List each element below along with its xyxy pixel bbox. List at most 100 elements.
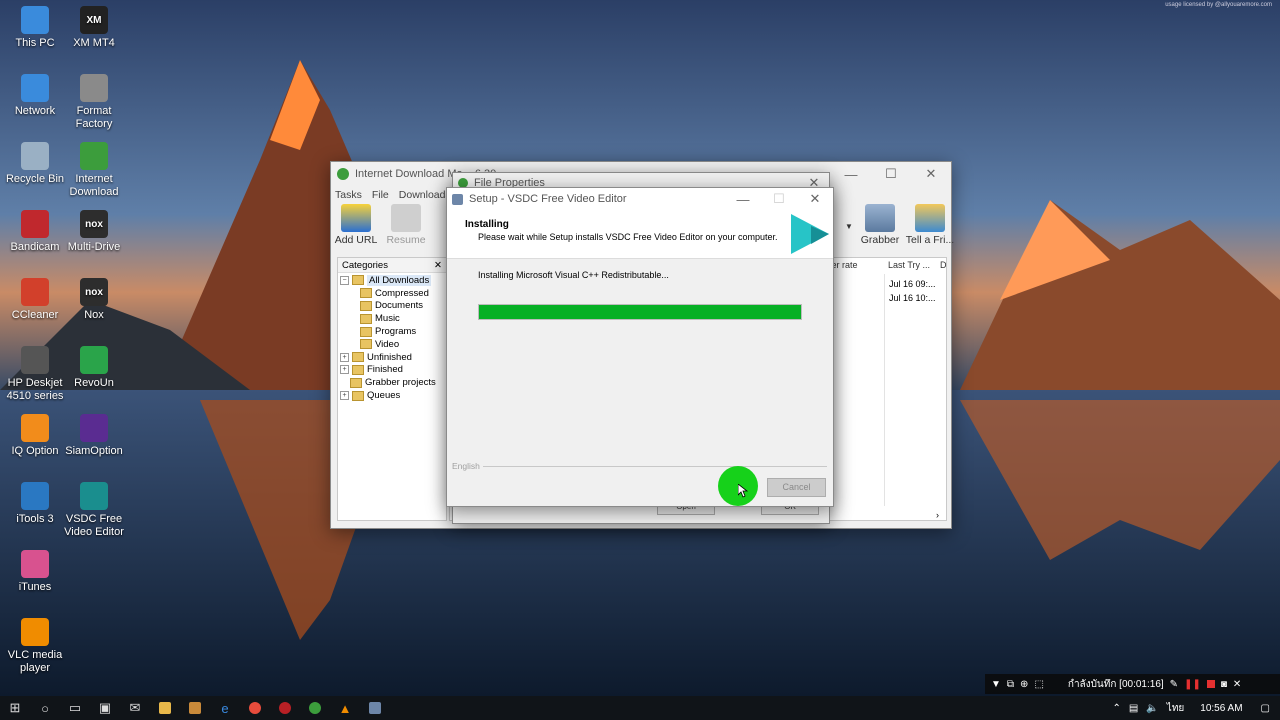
tree-expander-icon[interactable]: + bbox=[340, 365, 349, 375]
category-item[interactable]: + Queues bbox=[340, 389, 444, 402]
bandicam-taskbar-icon[interactable] bbox=[270, 696, 300, 720]
folder-icon bbox=[360, 300, 372, 311]
watermark: usage licensed by @allyouaremore.com bbox=[1165, 2, 1272, 8]
folder-icon bbox=[360, 313, 372, 324]
close-icon[interactable]: ✕ bbox=[797, 191, 833, 207]
category-item[interactable]: Programs bbox=[340, 325, 444, 338]
desktop-icon[interactable]: This PC bbox=[2, 6, 68, 50]
tell-a-friend-icon bbox=[915, 204, 945, 232]
archive-icon[interactable] bbox=[180, 696, 210, 720]
region-icon[interactable]: ⬚ bbox=[1034, 679, 1043, 690]
tree-expander-icon[interactable]: + bbox=[340, 352, 349, 362]
desktop-icon[interactable]: nox Nox bbox=[61, 278, 127, 322]
category-item[interactable]: − All Downloads bbox=[340, 274, 444, 287]
folder-icon bbox=[350, 377, 362, 388]
desktop-icon[interactable]: XM XM MT4 bbox=[61, 6, 127, 50]
more-dropdown-icon[interactable]: ▼ bbox=[845, 222, 853, 231]
vsdc-logo-icon bbox=[791, 214, 829, 254]
desktop-icon[interactable]: iTools 3 bbox=[2, 482, 68, 526]
menu-file[interactable]: File bbox=[372, 189, 389, 201]
category-item[interactable]: Grabber projects bbox=[340, 376, 444, 389]
category-item[interactable]: Documents bbox=[340, 300, 444, 313]
action-center-icon[interactable]: ▢ bbox=[1261, 703, 1270, 714]
chrome-icon[interactable] bbox=[240, 696, 270, 720]
tray-chevron-up-icon[interactable]: ⌃ bbox=[1113, 703, 1121, 714]
category-item[interactable]: Compressed bbox=[340, 287, 444, 300]
desktop-icon[interactable]: VSDC Free Video Editor bbox=[61, 482, 127, 539]
desktop-icon[interactable]: Network bbox=[2, 74, 68, 118]
start-windows-icon[interactable]: ⊞ bbox=[0, 696, 30, 720]
grabber-label: Grabber bbox=[860, 234, 900, 246]
desktop-icon[interactable]: nox Multi-Drive bbox=[61, 210, 127, 254]
desktop-icon[interactable]: VLC media player bbox=[2, 618, 68, 675]
category-label: Unfinished bbox=[367, 351, 412, 363]
nox-multi-drive-icon: nox bbox=[80, 210, 108, 238]
close-icon[interactable]: ✕ bbox=[1233, 679, 1241, 690]
minimize-icon[interactable]: — bbox=[831, 167, 871, 182]
target-icon[interactable]: ⊕ bbox=[1020, 679, 1028, 690]
clock-time[interactable]: 10:56 AM bbox=[1200, 703, 1242, 714]
minimize-icon[interactable]: — bbox=[725, 192, 761, 207]
setup-window[interactable]: Setup - VSDC Free Video Editor — ☐ ✕ Ins… bbox=[446, 187, 834, 507]
desktop-icon[interactable]: Recycle Bin bbox=[2, 142, 68, 186]
desktop-icon[interactable]: RevoUn bbox=[61, 346, 127, 390]
menu-tasks[interactable]: Tasks bbox=[335, 189, 362, 201]
edge-icon[interactable]: e bbox=[210, 696, 240, 720]
category-item[interactable]: Music bbox=[340, 312, 444, 325]
chevron-down-icon[interactable]: ▼ bbox=[991, 679, 1001, 690]
tell-a-friend-button[interactable]: Tell a Fri... bbox=[905, 204, 955, 246]
pause-icon[interactable]: ❚❚ bbox=[1184, 679, 1201, 690]
tree-expander-icon[interactable]: − bbox=[340, 275, 349, 285]
recorder-bar: ▼ ⧉ ⊕ ⬚ กำลังบันทึก [00:01:16] ✎ ❚❚ ◙ ✕ bbox=[985, 674, 1280, 694]
desktop-icon[interactable]: iTunes bbox=[2, 550, 68, 594]
column-last-try[interactable]: Last Try ... bbox=[888, 260, 930, 270]
category-label: Music bbox=[375, 313, 400, 325]
desktop-icon[interactable]: Bandicam bbox=[2, 210, 68, 254]
search-icon[interactable]: ○ bbox=[30, 696, 60, 720]
desktop-icon[interactable]: HP Deskjet 4510 series bbox=[2, 346, 68, 403]
category-label: Grabber projects bbox=[365, 377, 436, 389]
stop-icon[interactable] bbox=[1206, 680, 1215, 688]
scroll-right-icon[interactable]: › bbox=[936, 510, 939, 520]
file-explorer-icon[interactable] bbox=[150, 696, 180, 720]
pen-icon[interactable]: ✎ bbox=[1170, 679, 1178, 690]
desktop-icon[interactable]: SiamOption bbox=[61, 414, 127, 458]
vlc-taskbar-icon[interactable]: ▲ bbox=[330, 696, 360, 720]
desktop-icon[interactable]: Internet Download bbox=[61, 142, 127, 199]
setup-heading: Installing bbox=[465, 219, 509, 230]
column-description[interactable]: D bbox=[940, 260, 947, 270]
cancel-button[interactable]: Cancel bbox=[767, 478, 826, 497]
idm-taskbar-icon[interactable] bbox=[300, 696, 330, 720]
store-icon[interactable]: ▣ bbox=[90, 696, 120, 720]
add-url-button[interactable]: Add URL bbox=[331, 204, 381, 246]
categories-close-icon[interactable]: ✕ bbox=[434, 260, 442, 271]
desktop-icon[interactable]: IQ Option bbox=[2, 414, 68, 458]
desktop-icon-label: CCleaner bbox=[11, 309, 59, 321]
input-language[interactable]: ไทย bbox=[1167, 701, 1184, 716]
xm-icon: XM bbox=[80, 6, 108, 34]
desktop-icon[interactable]: CCleaner bbox=[2, 278, 68, 322]
mail-icon[interactable]: ✉ bbox=[120, 696, 150, 720]
task-view-icon[interactable]: ▭ bbox=[60, 696, 90, 720]
tree-expander-icon[interactable]: + bbox=[340, 391, 349, 401]
close-icon[interactable]: ✕ bbox=[911, 166, 951, 182]
language-label: English bbox=[452, 461, 480, 471]
category-item[interactable]: + Unfinished bbox=[340, 351, 444, 364]
volume-icon[interactable]: 🔈 bbox=[1146, 703, 1158, 714]
setup-taskbar-icon[interactable] bbox=[360, 696, 390, 720]
network-status-icon[interactable]: ▤ bbox=[1129, 703, 1138, 714]
resume-button[interactable]: Resume bbox=[381, 204, 431, 246]
desktop-icon-label: XM MT4 bbox=[73, 37, 115, 49]
window-mode-icon[interactable]: ⧉ bbox=[1007, 679, 1014, 690]
desktop-icon-label: iTools 3 bbox=[16, 513, 54, 525]
category-label: Video bbox=[375, 338, 400, 350]
camera-icon[interactable]: ◙ bbox=[1221, 679, 1227, 690]
menu-downloads[interactable]: Downloads bbox=[399, 189, 451, 201]
desktop-icon[interactable]: Format Factory bbox=[61, 74, 127, 131]
maximize-icon[interactable]: ☐ bbox=[871, 166, 911, 182]
category-item[interactable]: + Finished bbox=[340, 364, 444, 377]
row-last-try[interactable]: Jul 16 10:... bbox=[889, 293, 936, 303]
grabber-button[interactable]: Grabber bbox=[855, 204, 905, 246]
row-last-try[interactable]: Jul 16 09:... bbox=[889, 279, 936, 289]
category-item[interactable]: Video bbox=[340, 338, 444, 351]
